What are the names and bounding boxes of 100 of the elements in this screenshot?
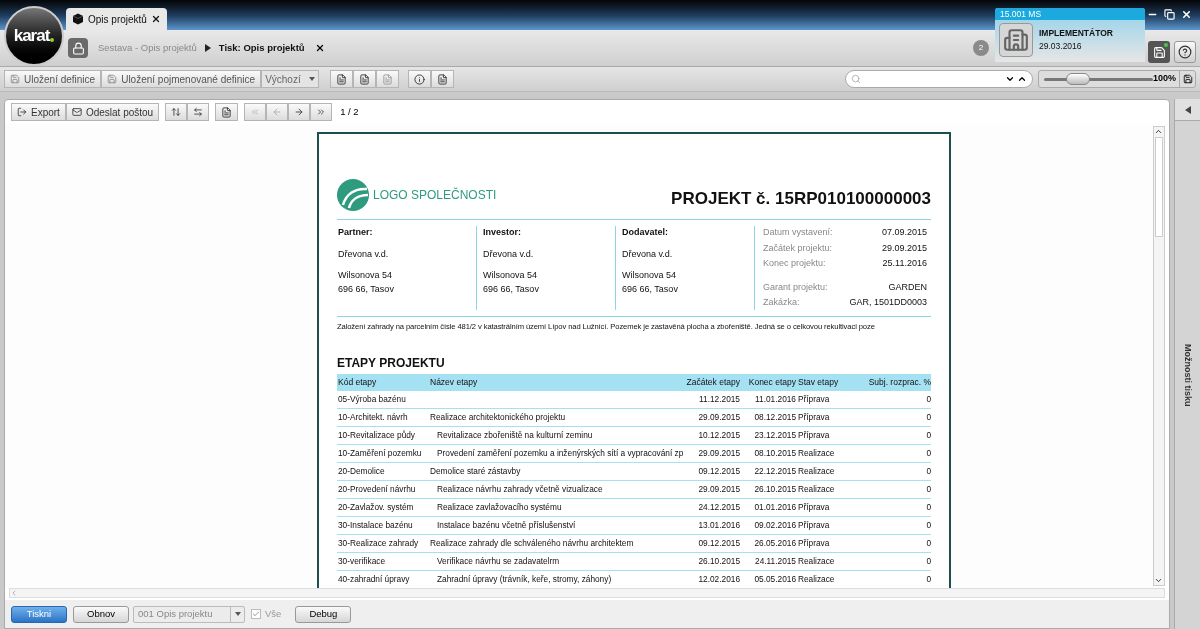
- info-label: Začátek projektu:: [763, 241, 833, 255]
- table-cell: Realizace: [798, 574, 835, 585]
- refresh-button[interactable]: Obnov: [73, 605, 129, 623]
- fit-width-icon[interactable]: [187, 103, 210, 121]
- table-cell: Příprava: [798, 538, 830, 549]
- cube-icon: [72, 13, 84, 25]
- column-header: Stav etapy: [797, 376, 840, 389]
- table-cell: Příprava: [798, 430, 830, 441]
- zoom-slider[interactable]: [1044, 73, 1154, 85]
- table-cell: 24.12.2015: [698, 502, 740, 513]
- debug-button[interactable]: Debug: [295, 605, 352, 623]
- caret-icon: [309, 77, 316, 81]
- column-header: Subj. rozprac. %: [867, 376, 932, 389]
- zoom-reading: 100%: [1153, 72, 1178, 86]
- tab-label: Opis projektů: [88, 12, 147, 27]
- next-page-icon[interactable]: [288, 103, 311, 121]
- date-label: 29.03.2016: [1039, 40, 1083, 53]
- building-icon: [999, 23, 1033, 57]
- envelope-icon: [71, 107, 82, 117]
- table-cell: 13.01.2016: [698, 520, 740, 531]
- chevron-up-icon[interactable]: [1017, 74, 1027, 84]
- table-cell: 0: [926, 502, 931, 513]
- table-cell: 30-Realizace zahrady: [338, 538, 419, 549]
- scroll-down-icon[interactable]: [1154, 576, 1163, 585]
- party-city: 696 66, Tasov: [483, 282, 540, 296]
- search-field[interactable]: [845, 70, 1033, 88]
- table-cell: 05-Výroba bazénu: [338, 394, 406, 405]
- table-cell: Provedení zaměření pozemku a inženýrských sítí a vypracování zp: [437, 448, 684, 459]
- chevron-down-icon[interactable]: [1005, 74, 1015, 84]
- company-logo-icon: [337, 179, 369, 211]
- party-city: 696 66, Tasov: [622, 282, 679, 296]
- party-name: Dřevona v.d.: [622, 247, 674, 261]
- table-cell: Realizace zahrady dle schváleného návrhu architektem: [430, 538, 634, 549]
- table-cell: 23.12.2015: [754, 430, 796, 441]
- table-cell: 26.10.2015: [698, 556, 740, 567]
- save-definition-button[interactable]: Uložení definice: [4, 70, 102, 88]
- table-cell: 30-verifikace: [338, 556, 386, 567]
- close-icon[interactable]: [314, 43, 325, 53]
- table-cell: Verifikace návrhu se zadavatelrm: [437, 556, 560, 567]
- table-cell: 01.01.2016: [754, 502, 796, 513]
- party-city: 696 66, Tasov: [338, 282, 395, 296]
- document-tab[interactable]: Opis projektů: [66, 8, 167, 30]
- vertical-scrollbar[interactable]: [1153, 126, 1165, 586]
- send-mail-button[interactable]: Odeslat poštou: [65, 103, 160, 121]
- party-label: Investor:: [483, 226, 522, 239]
- search-icon: [851, 74, 861, 84]
- document-icon[interactable]: [215, 103, 239, 121]
- arrow-icon: [204, 44, 211, 52]
- table-cell: Příprava: [798, 412, 830, 423]
- table-cell: Revitalizace zbořeniště na kulturní zeminu: [437, 430, 593, 441]
- collapse-panel-button[interactable]: [1175, 99, 1200, 121]
- help-icon[interactable]: [1174, 41, 1196, 63]
- table-cell: Realizace: [798, 466, 835, 477]
- breadcrumb-item[interactable]: Tisk: Opis projektů: [218, 40, 305, 56]
- fit-height-icon[interactable]: [165, 103, 188, 121]
- info-value: GARDEN: [888, 280, 927, 294]
- party-name: Dřevona v.d.: [483, 247, 535, 261]
- close-icon[interactable]: [1181, 9, 1192, 20]
- info-label: Konec projektu:: [763, 257, 826, 270]
- export-icon: [17, 107, 27, 117]
- party-street: Wilsonova 54: [622, 269, 678, 282]
- role-label: IMPLEMENTÁTOR: [1039, 27, 1113, 40]
- table-cell: 09.12.2015: [698, 538, 740, 549]
- column-header: Kód etapy: [337, 376, 378, 389]
- info-icon[interactable]: [408, 70, 432, 88]
- table-cell: 0: [926, 556, 931, 567]
- table-cell: 22.12.2015: [754, 466, 796, 477]
- table-cell: 10.12.2015: [698, 430, 740, 441]
- table-cell: 30-Instalace bazénu: [338, 520, 413, 531]
- user-panel[interactable]: 15.001 MS IMPLEMENTÁTOR 29.03.2016: [995, 8, 1145, 62]
- last-page-icon[interactable]: [310, 103, 333, 121]
- table-cell: 11.01.2016: [755, 394, 796, 405]
- table-cell: 10-Revitalizace půdy: [338, 430, 416, 441]
- table-cell: 10-Zaměření pozemku: [338, 448, 422, 459]
- table-cell: 12.02.2016: [698, 574, 740, 585]
- save-named-definition-button[interactable]: Uložení pojmenované definice: [101, 70, 262, 88]
- table-cell: 0: [926, 430, 931, 441]
- restore-icon[interactable]: [1164, 9, 1175, 20]
- table-cell: 0: [926, 466, 931, 477]
- save-icon: [10, 74, 20, 84]
- table-cell: 0: [926, 394, 931, 405]
- close-icon[interactable]: [150, 14, 161, 24]
- table-cell: Příprava: [798, 394, 830, 405]
- column-header: Název etapy: [429, 376, 479, 389]
- save-icon[interactable]: [1179, 71, 1195, 87]
- page-counter: 1 / 2: [340, 104, 359, 119]
- export-button[interactable]: Export: [11, 103, 66, 121]
- all-checkbox[interactable]: [251, 609, 261, 619]
- table-cell: 29.09.2015: [698, 448, 740, 459]
- preset-dropdown[interactable]: Výchozí: [261, 70, 320, 88]
- scroll-thumb[interactable]: [1155, 137, 1163, 237]
- side-panel-label[interactable]: Možnosti tisku: [1180, 343, 1195, 407]
- info-value: 07.09.2015: [881, 226, 927, 239]
- table-cell: Příprava: [798, 502, 830, 513]
- table-cell: 08.12.2015: [754, 412, 796, 423]
- table-cell: Demolice staré zástavby: [430, 466, 521, 477]
- scroll-up-icon[interactable]: [1154, 127, 1163, 136]
- horizontal-scrollbar[interactable]: [9, 588, 1165, 598]
- lock-icon[interactable]: [68, 38, 88, 58]
- table-cell: Instalace bazénu včetně příslušenství: [437, 520, 576, 531]
